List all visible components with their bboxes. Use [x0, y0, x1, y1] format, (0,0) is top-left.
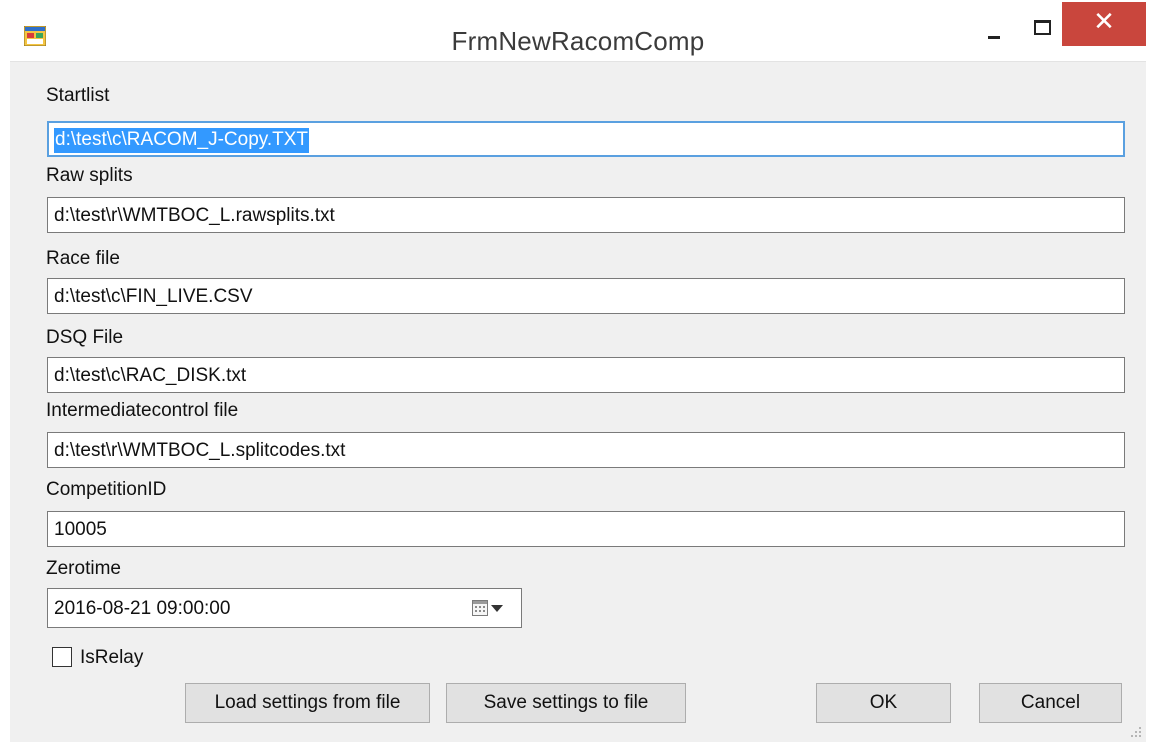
ok-button[interactable]: OK — [816, 683, 951, 723]
competition-id-input[interactable]: 10005 — [47, 511, 1125, 547]
maximize-icon — [1034, 20, 1051, 35]
title-bar[interactable]: FrmNewRacomComp ✕ — [0, 0, 1156, 60]
race-file-label: Race file — [46, 248, 120, 269]
is-relay-checkbox[interactable] — [52, 647, 72, 667]
startlist-input[interactable]: d:\test\c\RACOM_J-Copy.TXT — [47, 121, 1125, 157]
startlist-label: Startlist — [46, 85, 110, 106]
raw-splits-label: Raw splits — [46, 165, 133, 186]
intermediate-control-input[interactable]: d:\test\r\WMTBOC_L.splitcodes.txt — [47, 432, 1125, 468]
is-relay-label[interactable]: IsRelay — [80, 647, 143, 669]
cancel-button[interactable]: Cancel — [979, 683, 1122, 723]
raw-splits-input[interactable]: d:\test\r\WMTBOC_L.rawsplits.txt — [47, 197, 1125, 233]
chevron-down-icon[interactable] — [491, 605, 503, 612]
close-button[interactable]: ✕ — [1062, 2, 1146, 46]
minimize-icon — [988, 36, 1000, 39]
zerotime-label: Zerotime — [46, 558, 121, 579]
startlist-value: d:\test\c\RACOM_J-Copy.TXT — [54, 128, 310, 153]
close-icon: ✕ — [1093, 7, 1115, 37]
minimize-button[interactable] — [970, 10, 1016, 48]
competition-id-label: CompetitionID — [46, 479, 167, 500]
load-settings-button[interactable]: Load settings from file — [185, 683, 430, 723]
zerotime-datepicker[interactable]: 2016-08-21 09:00:00 — [47, 588, 522, 628]
save-settings-button[interactable]: Save settings to file — [446, 683, 686, 723]
calendar-icon[interactable] — [472, 600, 488, 616]
zerotime-value: 2016-08-21 09:00:00 — [54, 598, 231, 619]
dsq-file-input[interactable]: d:\test\c\RAC_DISK.txt — [47, 357, 1125, 393]
resize-grip-icon[interactable] — [1128, 724, 1142, 738]
dsq-file-label: DSQ File — [46, 327, 124, 348]
intermediate-control-label: Intermediatecontrol file — [46, 400, 239, 421]
race-file-input[interactable]: d:\test\c\FIN_LIVE.CSV — [47, 278, 1125, 314]
dialog-body: Startlist d:\test\c\RACOM_J-Copy.TXT Raw… — [10, 61, 1146, 742]
maximize-button[interactable] — [1018, 10, 1064, 48]
